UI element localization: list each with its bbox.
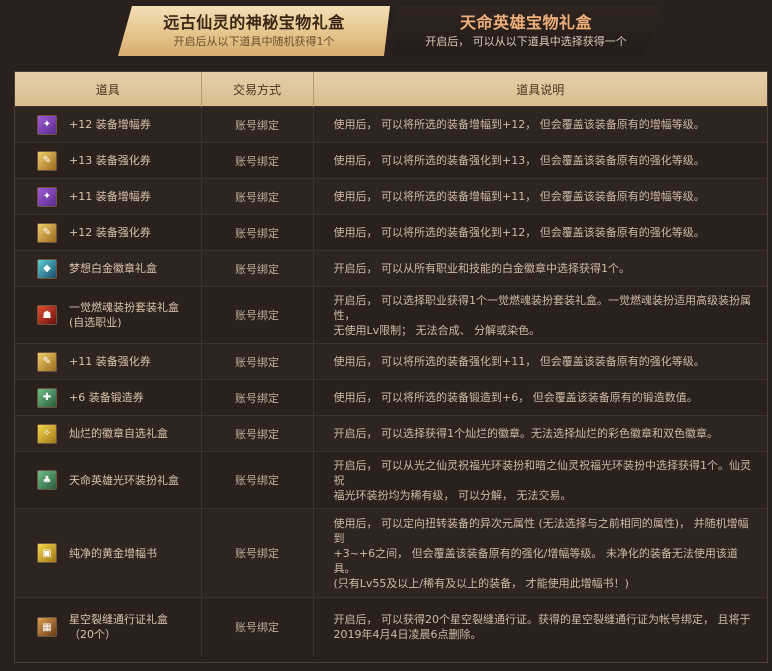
item-cell: ✧ 灿烂的徽章自选礼盒 [15,415,202,452]
item-name: 天命英雄光环装扮礼盒 [69,473,179,487]
table-row: ✦ +11 装备增幅券 账号绑定 使用后， 可以将所选的装备增幅到+11， 但会覆盖该… [15,178,767,215]
item-name: +13 装备强化券 [69,154,151,167]
trade-type: 账号绑定 [201,508,314,598]
item-cell: ♣ 天命英雄光环装扮礼盒 [15,451,202,509]
tab-subtitle: 开启后从以下道具中随机获得1个 [173,35,335,48]
item-cell: ✦ +12 装备增幅券 [15,106,202,143]
table-row: ✎ +12 装备强化券 账号绑定 使用后， 可以将所选的装备强化到+12， 但会覆盖该… [15,214,767,251]
aura-box-icon: ♣ [37,470,57,490]
item-cell: ✚ +6 装备锻造券 [15,379,202,416]
gift-box-tabs: 远古仙灵的神秘宝物礼盒 开启后从以下道具中随机获得1个 天命英雄宝物礼盒 开启后… [0,0,772,62]
refine-scroll-icon: ✚ [37,387,57,408]
tab-ancient-fairy-box[interactable]: 远古仙灵的神秘宝物礼盒 开启后从以下道具中随机获得1个 [118,6,390,56]
item: ◆ 梦想白金徽章礼盒 [37,258,200,279]
tab-title: 远古仙灵的神秘宝物礼盒 [163,13,345,32]
item-description: 开启后， 可以选择职业获得1个一觉燃魂装扮套装礼盒。一觉燃魂装扮适用高级装扮属性… [313,286,767,344]
item-name: 一觉燃魂装扮套装礼盒 (自选职业) [69,301,179,329]
item-description: 使用后， 可以定向扭转装备的异次元属性 (无法选择与之前相同的属性)， 并随机增… [313,508,767,598]
item: ♣ 天命英雄光环装扮礼盒 [37,470,200,490]
table-row: ✦ +12 装备增幅券 账号绑定 使用后， 可以将所选的装备增幅到+12， 但会覆盖该… [15,106,767,143]
item-name: 梦想白金徽章礼盒 [69,262,157,275]
pass-box-icon: ▦ [37,617,57,638]
tab-title: 天命英雄宝物礼盒 [459,13,592,32]
item: ▣ 纯净的黄金增幅书 [37,543,200,563]
trade-type: 账号绑定 [201,415,314,452]
table-row: ◆ 梦想白金徽章礼盒 账号绑定 开启后， 可以从所有职业和技能的白金徽章中选择获得1个… [15,250,767,287]
item-description: 使用后， 可以将所选的装备锻造到+6， 但会覆盖该装备原有的锻造数值。 [313,379,767,416]
table-row: ▣ 纯净的黄金增幅书 账号绑定 使用后， 可以定向扭转装备的异次元属性 (无法选择与之… [15,508,767,598]
item-table: 道具 交易方式 道具说明 ✦ +12 装备增幅券 账号绑定 使用后， 可以将所选的装备… [14,71,768,663]
item-description: 开启后， 可以从光之仙灵祝福光环装扮和暗之仙灵祝福光环装扮中选择获得1个。仙灵祝… [313,451,767,509]
trade-type: 账号绑定 [201,451,314,509]
item-name: 灿烂的徽章自选礼盒 [69,427,168,440]
header-description: 道具说明 [313,72,767,107]
item-cell: ✎ +12 装备强化券 [15,214,202,251]
item-name: +12 装备增幅券 [69,118,151,131]
header-item: 道具 [15,72,202,107]
item-cell: ☗ 一觉燃魂装扮套装礼盒 (自选职业) [15,286,202,344]
avatar-box-icon: ☗ [37,305,57,325]
trade-type: 账号绑定 [201,214,314,251]
trade-type: 账号绑定 [201,142,314,179]
table-row: ▦ 星空裂缝通行证礼盒 （20个） 账号绑定 开启后， 可以获得20个星空裂缝通行证。… [15,597,767,657]
table-row: ✎ +13 装备强化券 账号绑定 使用后， 可以将所选的装备强化到+13， 但会覆盖该… [15,142,767,179]
item-name: +11 装备增幅券 [69,190,151,203]
item: ☗ 一觉燃魂装扮套装礼盒 (自选职业) [37,300,200,330]
item: ✎ +13 装备强化券 [37,150,200,171]
item-description: 使用后， 可以将所选的装备增幅到+12， 但会覆盖该装备原有的增幅等级。 [313,106,767,143]
golden-book-icon: ▣ [37,543,57,563]
item-description: 开启后， 可以选择获得1个灿烂的徽章。无法选择灿烂的彩色徽章和双色徽章。 [313,415,767,452]
reinforce-scroll-icon: ✎ [37,351,57,372]
item-cell: ▣ 纯净的黄金增幅书 [15,508,202,598]
trade-type: 账号绑定 [201,106,314,143]
item: ✎ +11 装备强化券 [37,351,200,372]
item: ✦ +11 装备增幅券 [37,186,200,207]
item-cell: ✎ +11 装备强化券 [15,343,202,380]
brilliant-emblem-icon: ✧ [37,423,57,444]
item-cell: ✦ +11 装备增幅券 [15,178,202,215]
item: ✎ +12 装备强化券 [37,222,200,243]
item-description: 使用后， 可以将所选的装备强化到+13， 但会覆盖该装备原有的强化等级。 [313,142,767,179]
trade-type: 账号绑定 [201,178,314,215]
trade-type: 账号绑定 [201,286,314,344]
item-description: 使用后， 可以将所选的装备增幅到+11， 但会覆盖该装备原有的增幅等级。 [313,178,767,215]
item-description: 使用后， 可以将所选的装备强化到+11， 但会覆盖该装备原有的强化等级。 [313,343,767,380]
trade-type: 账号绑定 [201,597,314,657]
trade-type: 账号绑定 [201,379,314,416]
table-header-row: 道具 交易方式 道具说明 [15,72,767,107]
item: ✧ 灿烂的徽章自选礼盒 [37,423,200,444]
table-row: ✧ 灿烂的徽章自选礼盒 账号绑定 开启后， 可以选择获得1个灿烂的徽章。无法选择灿烂的… [15,415,767,452]
item-description: 开启后， 可以获得20个星空裂缝通行证。获得的星空裂缝通行证为帐号绑定， 且将于… [313,597,767,657]
item: ✚ +6 装备锻造券 [37,387,200,408]
reinforce-scroll-icon: ✎ [37,150,57,171]
item-name: +12 装备强化券 [69,226,151,239]
item-name: +11 装备强化券 [69,355,151,368]
item-name: 纯净的黄金增幅书 [69,546,157,560]
table-row: ✎ +11 装备强化券 账号绑定 使用后， 可以将所选的装备强化到+11， 但会覆盖该… [15,343,767,380]
trade-type: 账号绑定 [201,343,314,380]
item-cell: ◆ 梦想白金徽章礼盒 [15,250,202,287]
tab-subtitle: 开启后， 可以从以下道具中选择获得一个 [425,35,627,48]
item-description: 开启后， 可以从所有职业和技能的白金徽章中选择获得1个。 [313,250,767,287]
item: ✦ +12 装备增幅券 [37,114,200,135]
tab-destiny-hero-box[interactable]: 天命英雄宝物礼盒 开启后， 可以从以下道具中选择获得一个 [392,6,660,56]
table-row: ♣ 天命英雄光环装扮礼盒 账号绑定 开启后， 可以从光之仙灵祝福光环装扮和暗之仙灵祝福… [15,451,767,509]
platinum-emblem-icon: ◆ [37,258,57,279]
item-name: 星空裂缝通行证礼盒 （20个） [69,613,168,642]
trade-type: 账号绑定 [201,250,314,287]
amplify-scroll-icon: ✦ [37,186,57,207]
item: ▦ 星空裂缝通行证礼盒 （20个） [37,612,200,642]
amplify-scroll-icon: ✦ [37,114,57,135]
item-cell: ▦ 星空裂缝通行证礼盒 （20个） [15,597,202,657]
item-name: +6 装备锻造券 [69,391,144,404]
item-description: 使用后， 可以将所选的装备强化到+12， 但会覆盖该装备原有的强化等级。 [313,214,767,251]
table-row: ☗ 一觉燃魂装扮套装礼盒 (自选职业) 账号绑定 开启后， 可以选择职业获得1个一觉燃… [15,286,767,344]
table-row: ✚ +6 装备锻造券 账号绑定 使用后， 可以将所选的装备锻造到+6， 但会覆盖该装备… [15,379,767,416]
reinforce-scroll-icon: ✎ [37,222,57,243]
header-trade: 交易方式 [201,72,314,107]
item-cell: ✎ +13 装备强化券 [15,142,202,179]
